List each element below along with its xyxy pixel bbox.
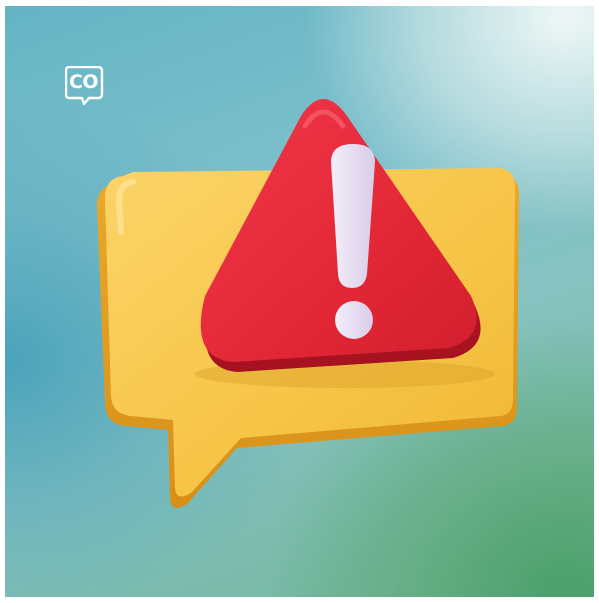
- warning-illustration: [97, 99, 519, 508]
- image-frame: CO: [0, 0, 599, 603]
- exclamation-dot: [335, 301, 373, 339]
- gradient-background: CO: [5, 6, 594, 597]
